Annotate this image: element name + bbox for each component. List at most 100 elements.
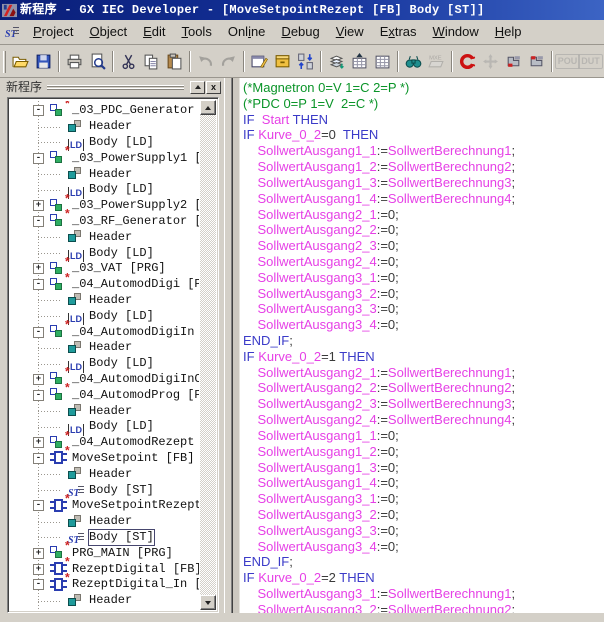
tree-item[interactable]: Header bbox=[11, 403, 199, 419]
expand-expander[interactable]: + bbox=[33, 374, 44, 385]
open-button[interactable] bbox=[9, 50, 32, 73]
blue-arrows-icon bbox=[297, 53, 314, 70]
tree-item[interactable]: Header bbox=[11, 593, 199, 609]
monitor-grid-up-button[interactable] bbox=[348, 50, 371, 73]
window-titlebar[interactable]: 新程序 - GX IEC Developer - [MoveSetpointRe… bbox=[0, 0, 604, 20]
tree-item[interactable]: Header bbox=[11, 166, 199, 182]
tree-item[interactable]: +*_03_PowerSupply2 [P bbox=[11, 198, 199, 214]
toolbar-separator bbox=[189, 51, 191, 72]
tree-item[interactable]: Header bbox=[11, 514, 199, 530]
tree-item[interactable]: Header bbox=[11, 293, 199, 309]
download-project-button[interactable] bbox=[325, 50, 348, 73]
tree-item[interactable]: -*_03_PowerSupply1 [P bbox=[11, 150, 199, 166]
menu-item-help[interactable]: Help bbox=[487, 21, 530, 43]
dock-drag-handle[interactable] bbox=[47, 85, 184, 90]
dock-collapse-button[interactable] bbox=[190, 81, 205, 94]
tree-item[interactable]: +*RezeptDigital [FB] bbox=[11, 561, 199, 577]
tree-item[interactable]: STBody [ST] bbox=[11, 530, 199, 546]
toolbar-grip[interactable] bbox=[3, 51, 6, 73]
expand-expander[interactable]: + bbox=[33, 200, 44, 211]
toolbar-separator bbox=[451, 51, 453, 72]
menu-item-debug[interactable]: Debug bbox=[273, 21, 327, 43]
tree-item[interactable]: Header bbox=[11, 119, 199, 135]
tree-item[interactable]: -*_03_PDC_Generator [P bbox=[11, 103, 199, 119]
block-upload-button[interactable] bbox=[525, 50, 548, 73]
menu-item-project[interactable]: Project bbox=[25, 21, 81, 43]
tree-item[interactable]: +*PRG_MAIN [PRG] bbox=[11, 545, 199, 561]
save-button[interactable] bbox=[32, 50, 55, 73]
expand-expander[interactable]: + bbox=[33, 548, 44, 559]
print-button[interactable] bbox=[63, 50, 86, 73]
editor-gutter bbox=[233, 78, 240, 613]
paste-button[interactable] bbox=[163, 50, 186, 73]
tree-item[interactable]: -*_04_AutomodDigiIn [ bbox=[11, 324, 199, 340]
transfer-setup-button[interactable] bbox=[294, 50, 317, 73]
tree-item[interactable]: Header bbox=[11, 340, 199, 356]
collapse-expander[interactable]: - bbox=[33, 579, 44, 590]
collapse-expander[interactable]: - bbox=[33, 500, 44, 511]
tree-item[interactable]: -*_04_AutomodDigi [PR bbox=[11, 277, 199, 293]
menu-item-object[interactable]: Object bbox=[81, 21, 135, 43]
code-line: SollwertAusgang2_3:=0; bbox=[243, 238, 604, 254]
tree-item[interactable]: +*_04_AutomodDigiInCo bbox=[11, 372, 199, 388]
collapse-expander[interactable]: - bbox=[33, 390, 44, 401]
menu-item-edit[interactable]: Edit bbox=[135, 21, 173, 43]
panel-splitter[interactable] bbox=[224, 78, 232, 613]
tree-item[interactable]: Header bbox=[11, 229, 199, 245]
menu-item-window[interactable]: Window bbox=[425, 21, 487, 43]
collapse-expander[interactable]: - bbox=[33, 105, 44, 116]
collapse-expander[interactable]: - bbox=[33, 279, 44, 290]
tree-item-label: _03_PowerSupply2 [P bbox=[72, 198, 199, 213]
tree-item[interactable]: LDBody [LD] bbox=[11, 308, 199, 324]
collapse-expander[interactable]: - bbox=[33, 453, 44, 464]
tree-item[interactable]: LDBody [LD] bbox=[11, 182, 199, 198]
tree-item[interactable]: Header bbox=[11, 466, 199, 482]
tree-item-label: Header bbox=[89, 593, 132, 608]
tree-item[interactable]: LDBody [LD] bbox=[11, 419, 199, 435]
monitor-grid-button[interactable] bbox=[371, 50, 394, 73]
collapse-expander[interactable]: - bbox=[33, 327, 44, 338]
tree-item[interactable]: LDBody [LD] bbox=[11, 135, 199, 151]
tree-item-label: _04_AutomodDigi [PR bbox=[72, 277, 199, 292]
collapse-expander[interactable]: - bbox=[33, 153, 44, 164]
pou-icon: * bbox=[49, 151, 69, 165]
tree-item[interactable]: -*RezeptDigital_In [F bbox=[11, 577, 199, 593]
find-button[interactable] bbox=[402, 50, 425, 73]
cut-button[interactable] bbox=[117, 50, 140, 73]
tree-item[interactable]: -*MoveSetpointRezept bbox=[11, 498, 199, 514]
tree-item[interactable]: -*_04_AutomodProg [PR bbox=[11, 387, 199, 403]
expand-expander[interactable]: + bbox=[33, 437, 44, 448]
menu-item-tools[interactable]: Tools bbox=[173, 21, 219, 43]
pou-icon: * bbox=[49, 325, 69, 339]
tree-item[interactable]: -*_03_RF_Generator [P bbox=[11, 214, 199, 230]
menu-item-extras[interactable]: Extras bbox=[372, 21, 425, 43]
tree-item[interactable]: STBody [ST] bbox=[11, 482, 199, 498]
expand-expander[interactable]: + bbox=[33, 263, 44, 274]
expand-expander[interactable]: + bbox=[33, 564, 44, 575]
grid-icon bbox=[374, 53, 391, 70]
block-download-button[interactable] bbox=[502, 50, 525, 73]
print-preview-button[interactable] bbox=[86, 50, 109, 73]
copy-button[interactable] bbox=[140, 50, 163, 73]
properties-button[interactable] bbox=[248, 50, 271, 73]
st-editor[interactable]: (*Magnetron 0=V 1=C 2=P *)(*PDC 0=P 1=V … bbox=[232, 78, 604, 613]
scroll-up-button[interactable] bbox=[200, 100, 216, 115]
tree-item-label: Body [LD] bbox=[89, 309, 154, 324]
menu-item-online[interactable]: Online bbox=[220, 21, 274, 43]
tree-item-label: Body [LD] bbox=[89, 246, 154, 261]
tree-item[interactable]: +*_03_VAT [PRG] bbox=[11, 261, 199, 277]
dock-close-button[interactable]: x bbox=[206, 81, 221, 94]
bottom-strip bbox=[0, 613, 604, 622]
compare-button bbox=[479, 50, 502, 73]
menu-item-view[interactable]: View bbox=[328, 21, 372, 43]
cross-reference-button[interactable] bbox=[456, 50, 479, 73]
tree-item[interactable]: +*_04_AutomodRezept [ bbox=[11, 435, 199, 451]
st-document-icon[interactable]: ST bbox=[3, 24, 21, 40]
collapse-expander[interactable]: - bbox=[33, 216, 44, 227]
tree-item[interactable]: LDBody [LD] bbox=[11, 356, 199, 372]
scroll-down-button[interactable] bbox=[200, 595, 216, 610]
tree-item[interactable]: LDBody [LD] bbox=[11, 245, 199, 261]
project-archive-button[interactable] bbox=[271, 50, 294, 73]
tree-item[interactable]: -*MoveSetpoint [FB] bbox=[11, 451, 199, 467]
tree-scrollbar[interactable] bbox=[200, 100, 216, 610]
